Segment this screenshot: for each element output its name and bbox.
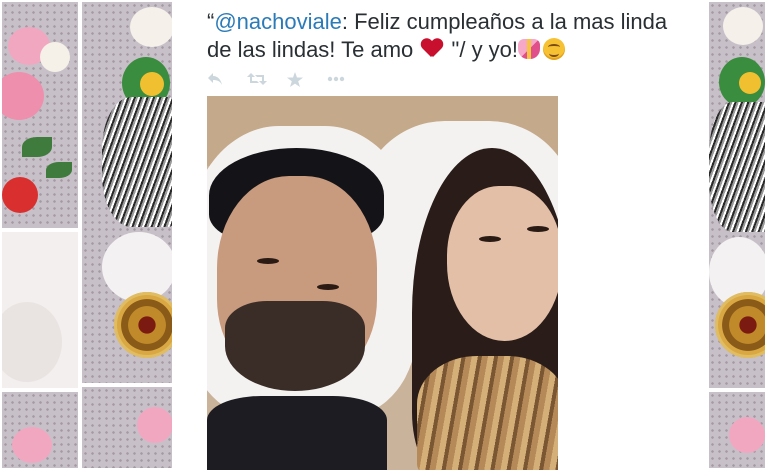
flower-illustration bbox=[12, 427, 52, 463]
woman-face bbox=[447, 186, 558, 341]
flower-illustration bbox=[137, 407, 172, 443]
wallpaper-tile bbox=[707, 390, 767, 470]
gold-plate-illustration bbox=[114, 292, 172, 358]
star-icon bbox=[287, 71, 303, 87]
reply-button[interactable] bbox=[207, 70, 247, 88]
more-icon bbox=[327, 76, 345, 82]
background-wallpaper-left bbox=[0, 0, 174, 470]
mention-link[interactable]: @nachoviale bbox=[214, 9, 342, 34]
man-eye bbox=[317, 284, 339, 290]
tweet-actions bbox=[207, 70, 367, 88]
tweet-text: “@nachoviale: Feliz cumpleaños a la mas … bbox=[207, 8, 697, 64]
wallpaper-tile bbox=[707, 0, 767, 390]
woman-eye bbox=[527, 226, 549, 232]
woman-curls bbox=[417, 356, 558, 470]
wallpaper-tile bbox=[80, 385, 174, 470]
hair-illustration bbox=[709, 102, 765, 232]
reply-icon bbox=[208, 73, 222, 85]
man-beard bbox=[225, 301, 365, 391]
flower-illustration bbox=[40, 42, 70, 72]
woman-eye bbox=[479, 236, 501, 242]
tweet-body-end: "/ y yo! bbox=[451, 37, 519, 62]
hair-illustration bbox=[102, 97, 172, 227]
gold-plate-illustration bbox=[715, 292, 765, 358]
favorite-button[interactable] bbox=[287, 70, 327, 88]
smiling-face-icon bbox=[543, 38, 566, 60]
leaf-illustration bbox=[46, 162, 72, 178]
red-heart-icon bbox=[421, 39, 443, 59]
tweet-card: “@nachoviale: Feliz cumpleaños a la mas … bbox=[174, 0, 707, 470]
retweet-button[interactable] bbox=[247, 70, 287, 88]
flower-illustration bbox=[2, 177, 38, 213]
flower-illustration bbox=[739, 72, 761, 94]
flower-illustration bbox=[723, 7, 763, 45]
more-button[interactable] bbox=[327, 70, 367, 88]
wallpaper-tile bbox=[0, 390, 80, 470]
flower-illustration bbox=[729, 417, 765, 453]
tweet-photo[interactable] bbox=[207, 96, 558, 470]
wallpaper-tile bbox=[80, 0, 174, 385]
man-eye bbox=[257, 258, 279, 264]
wallpaper-tile bbox=[0, 0, 80, 230]
figure-illustration bbox=[2, 302, 62, 382]
leaf-illustration bbox=[22, 137, 52, 157]
flower-illustration bbox=[2, 72, 44, 120]
heart-with-ribbon-icon bbox=[518, 39, 541, 59]
flower-illustration bbox=[130, 7, 172, 47]
flower-illustration bbox=[140, 72, 164, 96]
background-wallpaper-right bbox=[707, 0, 767, 470]
wallpaper-tile bbox=[0, 230, 80, 390]
retweet-icon bbox=[247, 73, 267, 85]
figure-illustration bbox=[102, 232, 172, 302]
man-shirt bbox=[207, 396, 387, 470]
